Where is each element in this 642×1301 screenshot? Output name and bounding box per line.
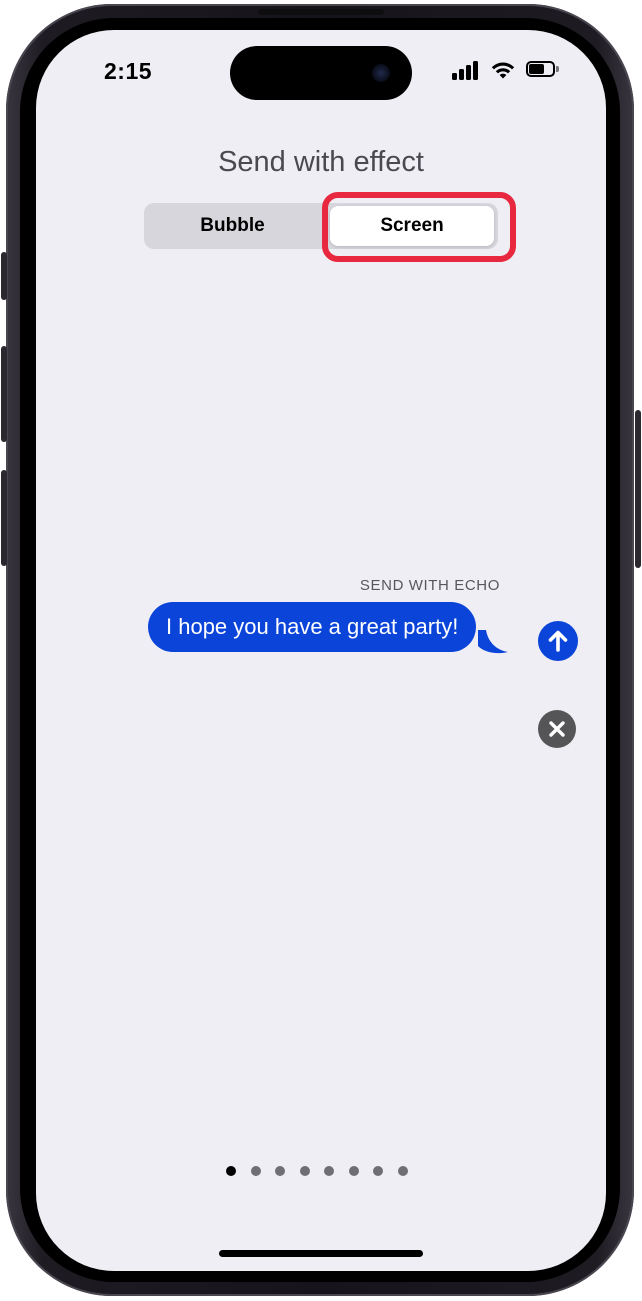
page-dot[interactable] bbox=[275, 1166, 285, 1176]
status-icons bbox=[452, 58, 560, 82]
battery-icon bbox=[526, 61, 560, 79]
wifi-icon bbox=[491, 62, 515, 79]
effect-name-label: SEND WITH ECHO bbox=[359, 577, 500, 594]
volume-down-button bbox=[1, 470, 7, 566]
close-icon bbox=[549, 721, 565, 737]
page-title: Send with effect bbox=[218, 146, 424, 178]
page-indicator bbox=[226, 1166, 422, 1176]
send-button[interactable] bbox=[538, 621, 578, 661]
message-bubble-tail bbox=[478, 630, 508, 654]
page-dot[interactable] bbox=[397, 1166, 408, 1176]
effect-type-segmented-control: Bubble Screen bbox=[144, 203, 498, 249]
cancel-button[interactable] bbox=[538, 710, 576, 748]
segment-screen[interactable]: Screen bbox=[330, 206, 494, 246]
status-time: 2:15 bbox=[104, 58, 153, 84]
page-dot[interactable] bbox=[250, 1166, 261, 1176]
segment-bubble[interactable]: Bubble bbox=[144, 203, 321, 249]
page-dot[interactable] bbox=[373, 1166, 383, 1176]
arrow-up-icon bbox=[548, 630, 568, 652]
page-dot[interactable] bbox=[348, 1166, 359, 1176]
action-button bbox=[1, 252, 7, 300]
home-indicator[interactable] bbox=[219, 1250, 423, 1257]
page-dot[interactable] bbox=[226, 1166, 236, 1176]
message-bubble: I hope you have a great party! bbox=[148, 602, 477, 652]
power-button bbox=[635, 410, 641, 568]
speaker-grille bbox=[258, 9, 384, 15]
page-dot[interactable] bbox=[324, 1166, 334, 1176]
dynamic-island bbox=[230, 46, 412, 100]
page-dot[interactable] bbox=[299, 1166, 310, 1176]
front-camera bbox=[372, 64, 390, 82]
screen: 2:15 Send with effect Bubble Screen SEND… bbox=[36, 30, 606, 1271]
volume-up-button bbox=[1, 346, 7, 442]
signal-icon bbox=[452, 60, 480, 80]
